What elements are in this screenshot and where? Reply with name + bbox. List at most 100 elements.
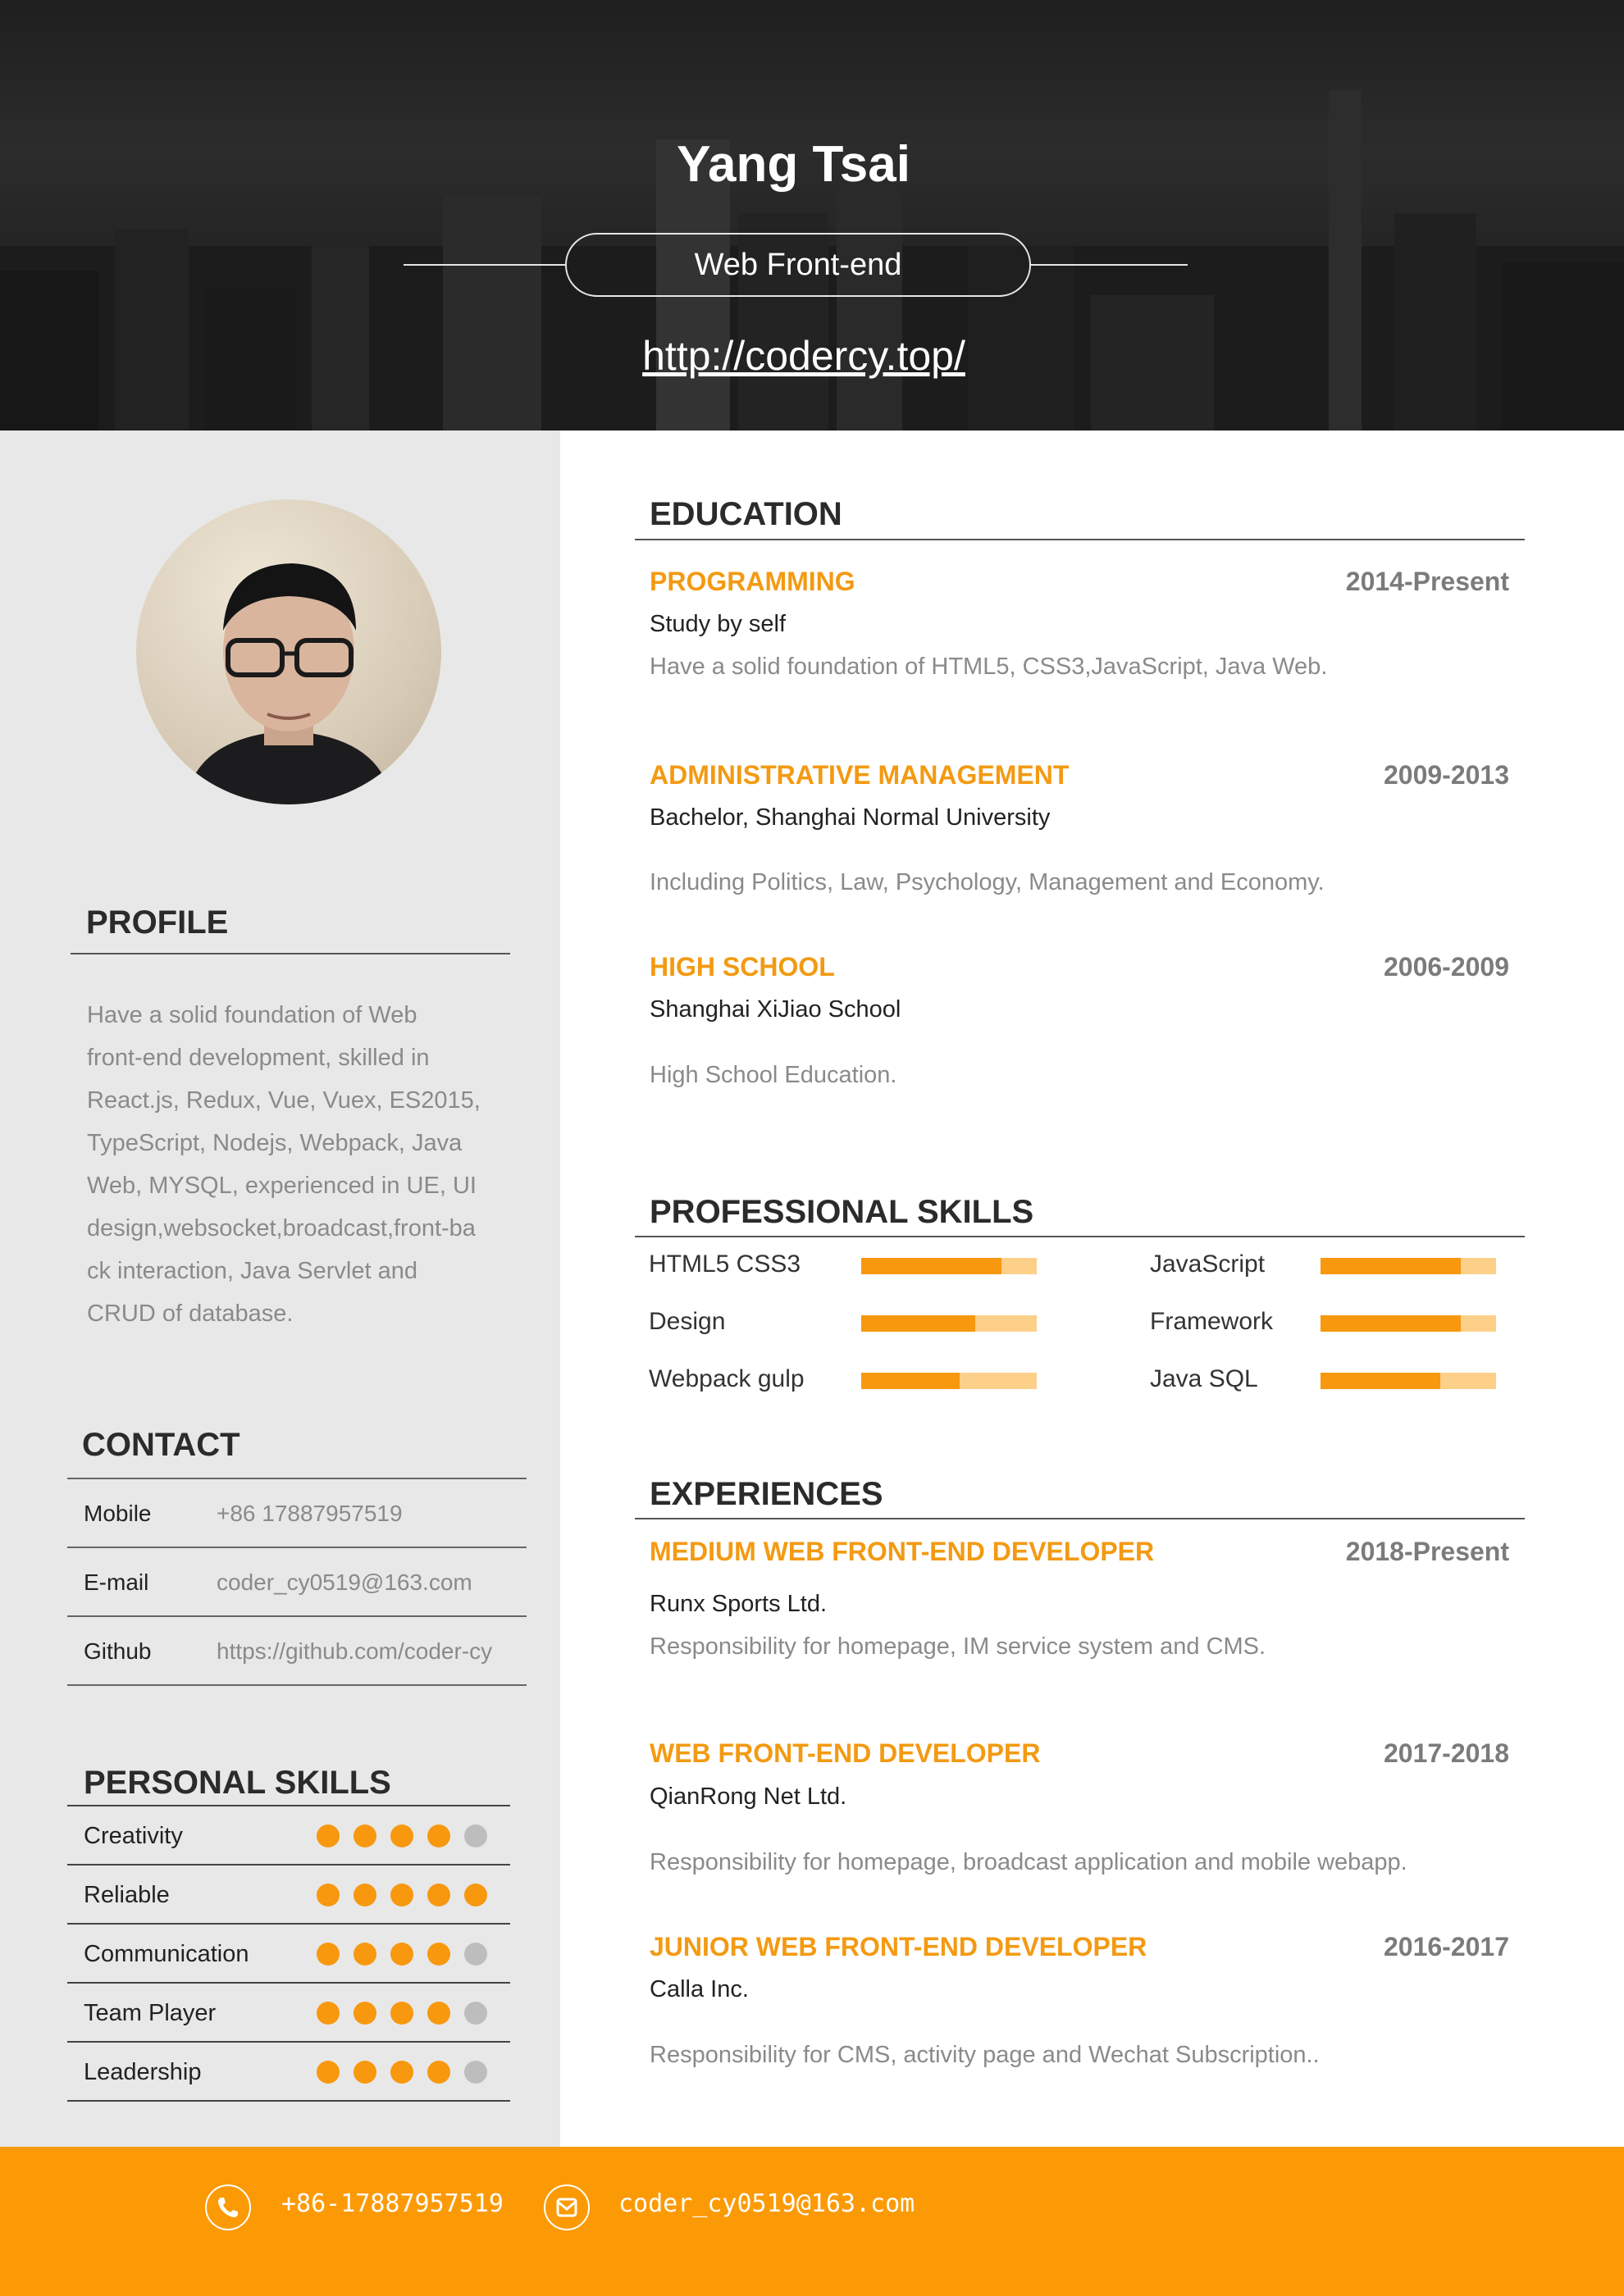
skill-bar bbox=[861, 1315, 1037, 1332]
education-item-date: 2009-2013 bbox=[1383, 760, 1509, 790]
skill-fill bbox=[861, 1373, 960, 1389]
education-item-date: 2014-Present bbox=[1345, 567, 1509, 596]
personal-skill-name: Reliable bbox=[84, 1882, 170, 1908]
rating-dot-filled bbox=[317, 2061, 340, 2084]
skill-bar bbox=[1321, 1373, 1496, 1389]
education-rule bbox=[635, 539, 1525, 540]
profile-line: Web, MYSQL, experienced in UE, UI bbox=[87, 1173, 477, 1199]
role-line-left bbox=[404, 264, 566, 266]
profile-line: ck interaction, Java Servlet and bbox=[87, 1258, 417, 1284]
personal-skill-row: Reliable bbox=[67, 1866, 510, 1925]
contact-row-mobile: Mobile +86 17887957519 bbox=[67, 1479, 527, 1548]
rating-dot-filled bbox=[427, 2061, 450, 2084]
contact-label: E-mail bbox=[84, 1569, 149, 1595]
experience-item-desc: Responsibility for CMS, activity page an… bbox=[650, 2042, 1320, 2068]
education-item-desc: Have a solid foundation of HTML5, CSS3,J… bbox=[650, 654, 1328, 680]
avatar bbox=[136, 499, 441, 804]
contact-label: Github bbox=[84, 1638, 152, 1664]
profile-line: Have a solid foundation of Web bbox=[87, 1002, 417, 1028]
rating-dot-filled bbox=[464, 1884, 487, 1906]
experiences-rule bbox=[635, 1518, 1525, 1519]
rating-dot-filled bbox=[354, 1884, 376, 1906]
contact-row-email: E-mail coder_cy0519@163.com bbox=[67, 1548, 527, 1617]
personal-skill-row: Team Player bbox=[67, 1984, 510, 2043]
profile-line: front-end development, skilled in bbox=[87, 1045, 430, 1071]
skill-bar bbox=[1321, 1258, 1496, 1274]
skill-label: Framework bbox=[1150, 1308, 1274, 1335]
contact-value[interactable]: coder_cy0519@163.com bbox=[217, 1569, 472, 1596]
experiences-title: EXPERIENCES bbox=[650, 1476, 883, 1512]
skill-label: Java SQL bbox=[1150, 1365, 1258, 1392]
profile-title: PROFILE bbox=[86, 904, 229, 941]
person-name: Yang Tsai bbox=[677, 136, 910, 193]
rating-dot-filled bbox=[427, 2002, 450, 2025]
rating-dots bbox=[317, 2061, 501, 2084]
rating-dot-filled bbox=[390, 1824, 413, 1847]
experience-item-title: MEDIUM WEB FRONT-END DEVELOPER bbox=[650, 1537, 1155, 1566]
rating-dot-filled bbox=[317, 1824, 340, 1847]
skill-bar bbox=[1321, 1315, 1496, 1332]
skill-fill bbox=[1321, 1373, 1440, 1389]
experience-item-date: 2016-2017 bbox=[1383, 1932, 1509, 1961]
mail-icon bbox=[544, 2184, 590, 2230]
personal-skill-name: Leadership bbox=[84, 2059, 202, 2085]
rating-dot-filled bbox=[354, 1824, 376, 1847]
footer-email[interactable]: coder_cy0519@163.com bbox=[618, 2189, 915, 2218]
rating-dot-filled bbox=[390, 2002, 413, 2025]
footer-phone[interactable]: +86-17887957519 bbox=[281, 2189, 504, 2218]
skill-fill bbox=[861, 1315, 976, 1332]
education-item-title: HIGH SCHOOL bbox=[650, 952, 835, 982]
profile-line: design,websocket,broadcast,front-ba bbox=[87, 1215, 476, 1241]
rating-dot-filled bbox=[354, 2002, 376, 2025]
experience-item-title: WEB FRONT-END DEVELOPER bbox=[650, 1738, 1041, 1768]
experience-item-subtitle: Calla Inc. bbox=[650, 1976, 749, 2002]
rating-dot-filled bbox=[317, 1943, 340, 1966]
rating-dot-filled bbox=[317, 1884, 340, 1906]
contact-value[interactable]: https://github.com/coder-cy bbox=[217, 1638, 492, 1665]
phone-icon bbox=[205, 2184, 251, 2230]
rating-dots bbox=[317, 2002, 501, 2025]
education-item-title: ADMINISTRATIVE MANAGEMENT bbox=[650, 760, 1070, 790]
skill-label: HTML5 CSS3 bbox=[649, 1250, 801, 1278]
rating-dot-filled bbox=[427, 1824, 450, 1847]
experience-item-date: 2017-2018 bbox=[1383, 1738, 1509, 1768]
personal-skill-name: Creativity bbox=[84, 1823, 183, 1849]
rating-dot-filled bbox=[317, 2002, 340, 2025]
skill-label: Webpack gulp bbox=[649, 1365, 805, 1392]
contact-label: Mobile bbox=[84, 1501, 152, 1526]
personal-skill-row: Leadership bbox=[67, 2043, 510, 2102]
experience-item-subtitle: Runx Sports Ltd. bbox=[650, 1591, 827, 1617]
rating-dot-filled bbox=[427, 1943, 450, 1966]
skill-label: Design bbox=[649, 1308, 726, 1335]
website-link[interactable]: http://codercy.top/ bbox=[0, 332, 1608, 380]
rating-dots bbox=[317, 1943, 501, 1966]
profile-text: Have a solid foundation of Web front-end… bbox=[87, 994, 501, 1335]
contact-value[interactable]: +86 17887957519 bbox=[217, 1501, 403, 1527]
rating-dot-empty bbox=[464, 1943, 487, 1966]
role-pill: Web Front-end bbox=[565, 233, 1031, 297]
experience-item-date: 2018-Present bbox=[1345, 1537, 1509, 1566]
contact-title: CONTACT bbox=[82, 1427, 240, 1463]
skill-bar bbox=[861, 1258, 1037, 1274]
education-item-desc: High School Education. bbox=[650, 1062, 897, 1088]
role-line-right bbox=[1030, 264, 1188, 266]
rating-dot-filled bbox=[390, 1884, 413, 1906]
education-item-subtitle: Bachelor, Shanghai Normal University bbox=[650, 804, 1051, 831]
rating-dots bbox=[317, 1884, 501, 1906]
personal-skills-title: PERSONAL SKILLS bbox=[84, 1765, 391, 1801]
skill-fill bbox=[1321, 1315, 1462, 1332]
personal-skill-name: Communication bbox=[84, 1941, 249, 1967]
rating-dot-filled bbox=[390, 1943, 413, 1966]
rating-dot-empty bbox=[464, 1824, 487, 1847]
education-item-subtitle: Study by self bbox=[650, 611, 787, 637]
skill-label: JavaScript bbox=[1150, 1250, 1266, 1278]
professional-skills-title: PROFESSIONAL SKILLS bbox=[650, 1194, 1034, 1230]
rating-dot-filled bbox=[390, 2061, 413, 2084]
personal-skill-name: Team Player bbox=[84, 2000, 217, 2026]
experience-item-title: JUNIOR WEB FRONT-END DEVELOPER bbox=[650, 1932, 1147, 1961]
education-item-title: PROGRAMMING bbox=[650, 567, 855, 596]
rating-dot-filled bbox=[354, 1943, 376, 1966]
skill-fill bbox=[1321, 1258, 1462, 1274]
experience-item-desc: Responsibility for homepage, broadcast a… bbox=[650, 1849, 1407, 1875]
education-title: EDUCATION bbox=[650, 496, 842, 532]
